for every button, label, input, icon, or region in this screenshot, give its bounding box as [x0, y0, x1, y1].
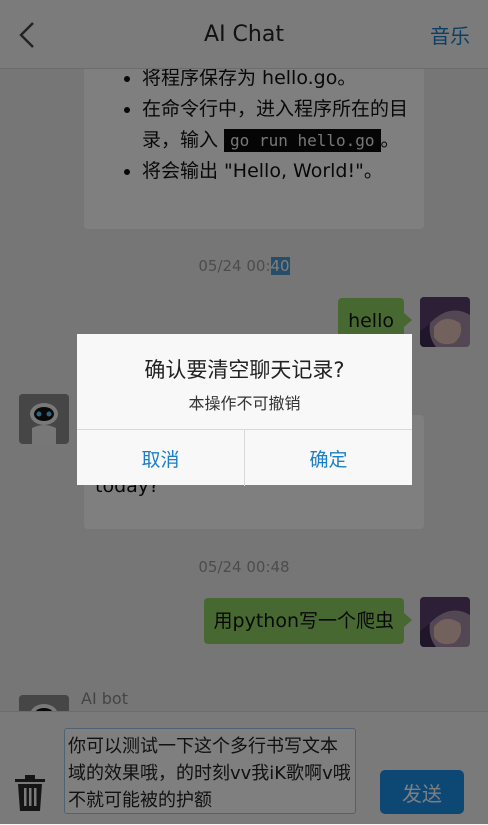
cancel-button[interactable]: 取消 — [77, 430, 244, 486]
dialog-title: 确认要清空聊天记录? — [144, 358, 345, 382]
dialog-message: 本操作不可撤销 — [188, 394, 301, 413]
confirm-button[interactable]: 确定 — [244, 430, 412, 486]
dialog-buttons: 取消 确定 — [77, 429, 412, 486]
confirm-dialog: 确认要清空聊天记录? 本操作不可撤销 取消 确定 — [77, 334, 412, 486]
